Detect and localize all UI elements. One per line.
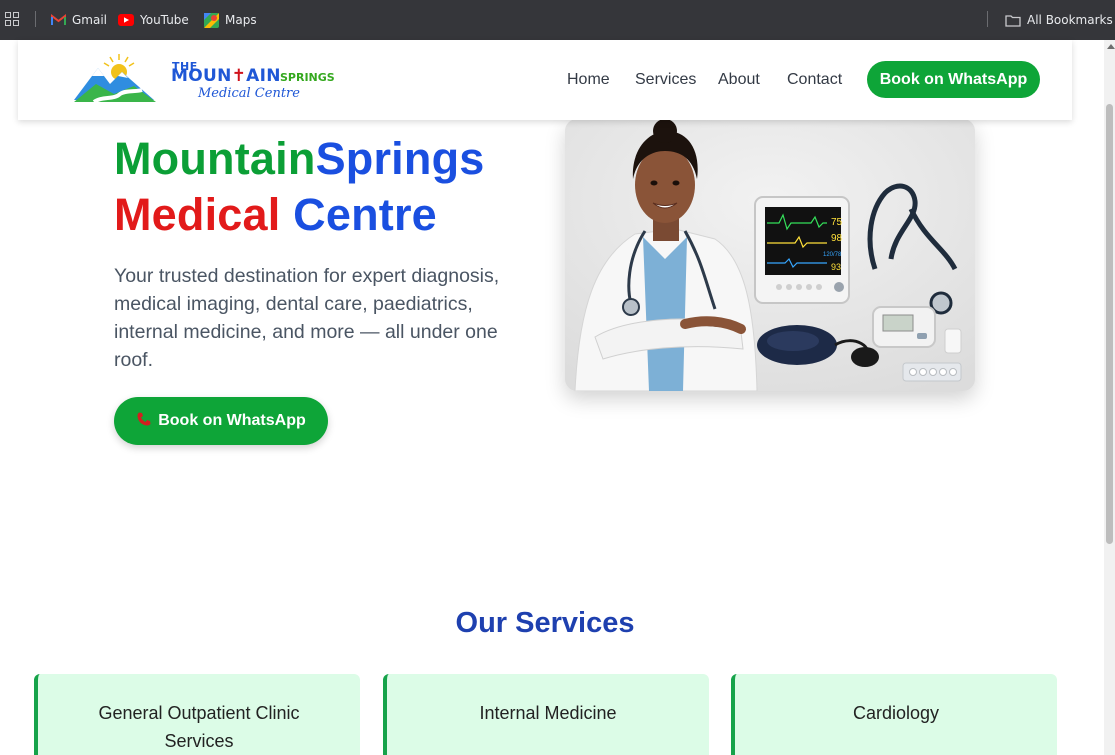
hero-button-label: Book on WhatsApp	[158, 412, 306, 429]
service-card-title: General Outpatient Clinic	[98, 703, 300, 723]
logo-springs: SPRINGS	[280, 71, 335, 84]
nav-contact[interactable]: Contact	[787, 71, 842, 89]
phone-icon	[136, 411, 152, 432]
site-logo[interactable]: THE MOUN✝AIN SPRINGS Medical Centre	[74, 50, 335, 110]
header-whatsapp-button[interactable]: Book on WhatsApp	[867, 61, 1040, 98]
service-card-internal-medicine[interactable]: Internal Medicine	[383, 674, 709, 755]
bookmarks-bar: Gmail YouTube Maps All Bookmarks	[0, 0, 1115, 40]
site-header: THE MOUN✝AIN SPRINGS Medical Centre Home…	[18, 40, 1072, 120]
mountain-logo-icon	[74, 54, 156, 104]
nav-services[interactable]: Services	[635, 71, 696, 89]
all-bookmarks-label: All Bookmarks	[1027, 13, 1113, 27]
service-card-general-outpatient[interactable]: General Outpatient Clinic Services	[34, 674, 360, 755]
hero-description: Your trusted destination for expert diag…	[114, 265, 500, 371]
cross-icon: ✝	[231, 66, 247, 86]
logo-text-part: AIN	[246, 66, 281, 86]
apps-grid-icon[interactable]	[5, 12, 19, 26]
services-heading: Our Services	[455, 607, 635, 639]
nav-about[interactable]: About	[718, 71, 760, 89]
hero-whatsapp-button[interactable]: Book on WhatsApp	[114, 397, 328, 445]
scrollbar-thumb[interactable]	[1106, 104, 1113, 544]
hero-doctor-image: 75 98 120/78 93	[565, 119, 975, 391]
maps-icon	[203, 12, 219, 28]
monitor-reading: 98	[831, 233, 843, 244]
bookmark-label: Gmail	[72, 13, 108, 27]
monitor-reading: 75	[831, 217, 843, 228]
bookmarks-separator	[987, 11, 988, 27]
hero-title-word: Centre	[293, 189, 437, 240]
hero-title: MountainSprings Medical Centre	[114, 131, 484, 243]
service-card-title: Services	[164, 731, 234, 751]
service-card-title: Internal Medicine	[479, 703, 617, 723]
service-card-cardiology[interactable]: Cardiology	[731, 674, 1057, 755]
hero-title-word: Medical	[114, 189, 281, 240]
nav-home[interactable]: Home	[567, 71, 610, 89]
logo-text-part: MOUN	[171, 66, 232, 86]
bookmark-label: YouTube	[140, 13, 189, 27]
service-card-title: Cardiology	[852, 703, 940, 723]
bookmark-label: Maps	[225, 13, 257, 27]
doctor-illustration-icon: 75 98 120/78 93	[565, 119, 975, 391]
hero-title-word: Mountain	[114, 133, 316, 184]
monitor-reading: 93	[831, 262, 841, 272]
bookmark-youtube[interactable]: YouTube	[118, 11, 189, 29]
bookmarks-separator	[35, 11, 36, 27]
youtube-icon	[118, 13, 134, 27]
bookmark-gmail[interactable]: Gmail	[50, 11, 107, 29]
all-bookmarks-button[interactable]: All Bookmarks	[1005, 11, 1113, 29]
scroll-up-icon[interactable]	[1107, 44, 1115, 49]
logo-mountain: MOUN✝AIN	[171, 66, 281, 86]
logo-subtitle: Medical Centre	[198, 86, 300, 101]
gmail-icon	[50, 13, 66, 27]
bookmark-maps[interactable]: Maps	[203, 11, 257, 29]
monitor-reading: 120/78	[823, 252, 842, 258]
folder-icon	[1005, 13, 1021, 27]
hero-title-word: Springs	[315, 133, 485, 184]
